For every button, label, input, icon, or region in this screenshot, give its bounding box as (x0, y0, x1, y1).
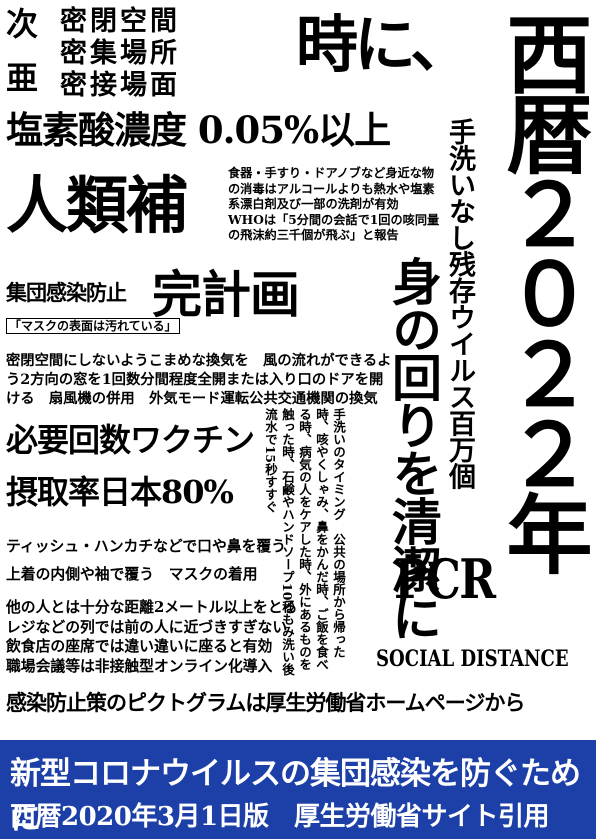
tissue-line-2: 上着の内側や袖で覆う マスクの着用 (6, 566, 258, 583)
ventilation-line: う2方向の窓を1回数分間程度全開または入り口のドアを開 (6, 372, 384, 388)
handwash-vertical: 手洗いなし残存ウイルス百万個 (444, 118, 475, 489)
social-distance: SOCIAL DISTANCE (376, 646, 569, 672)
vaccine-line-1: 必要回数ワクチン (6, 421, 255, 459)
wash-timing-line: 時、咳やくしゃみ、鼻をかんだ時、ご飯を食べ (314, 408, 329, 671)
pcr-title: PCR (394, 547, 496, 611)
kansei-title: 完計画 (152, 265, 300, 324)
tissue-line-1: ティッシュ・ハンカチなどで口や鼻を覆う (6, 538, 286, 555)
headline: 時に、 (296, 8, 472, 81)
disinfect-text: 食器・手すり・ドアノブなど身近な物 の消毒はアルコールよりも熱水や塩素 系漂白剤… (228, 166, 439, 244)
distance-line: 飲食店の座席では違い違いに座ると有効 (6, 638, 273, 655)
ventilation-line: ける 扇風機の併用 外気モード運転公共交通機関の換気 (6, 391, 378, 407)
disinfect-line: 食器・手すり・ドアノブなど身近な物 (228, 166, 435, 180)
pictogram-line: 感染防止策のピクトグラムは厚生労働省ホームページから (6, 690, 525, 715)
chlorine-line: 塩素酸濃度 0.05%以上 (6, 108, 391, 152)
poster: { "colors": {"banner_bg": "#1c3fa8", "ba… (0, 0, 596, 839)
distance-line: 他の人とは十分な距離2メートル以上をとる (6, 599, 298, 616)
bottom-banner: 新型コロナウイルスの集団感染を防ぐために 西暦2020年3月1日版 厚生労働省サ… (0, 740, 596, 839)
disinfect-line: の飛沫約三千個が飛ぶ」と報告 (228, 228, 399, 242)
row-close-contact: 密接場面 (60, 70, 180, 101)
disinfect-line: WHOは「5分間の会話で1回の咳同量 (228, 212, 440, 227)
distance-line: 職場会議等は非接触型オンライン化導入 (6, 657, 273, 675)
disinfect-line: 系漂白剤及び一部の洗剤が有効 (228, 197, 399, 211)
distance-line: レジなどの列では前の人に近づきすぎない (6, 618, 288, 636)
disinfect-line: の消毒はアルコールよりも熱水や塩素 (228, 181, 435, 196)
row-crowded-place: 密集場所 (60, 38, 180, 69)
ventilation-line: 密閉空間にしないようこまめな換気を 風の流れができるよ (6, 353, 392, 369)
wash-timing-line: る時、病気の人をケアした時、外にあるものを (297, 408, 312, 671)
ventilation-text: 密閉空間にしないようこまめな換気を 風の流れができるよ う2方向の窓を1回数分間… (6, 352, 391, 409)
wash-timing-line: 手洗いのタイミング 公共の場所から帰った (331, 408, 346, 658)
label-next: 次 (6, 5, 39, 43)
vaccine-line-2: 摂取率日本80% (6, 473, 234, 511)
banner-source: 西暦2020年3月1日版 厚生労働省サイト引用 (10, 802, 550, 832)
year-vertical: 西暦２０２２年 (491, 10, 592, 570)
label-sub: 亜 (6, 59, 39, 97)
cluster-prevention: 集団感染防止 (6, 280, 127, 305)
jinrui-title: 人類補 (6, 169, 188, 242)
row-closed-space: 密閉空間 (60, 6, 180, 37)
distance-text: 他の人とは十分な距離2メートル以上をとる レジなどの列では前の人に近づきすぎない… (6, 598, 297, 676)
mask-note: 「マスクの表面は汚れている」 (6, 318, 180, 334)
